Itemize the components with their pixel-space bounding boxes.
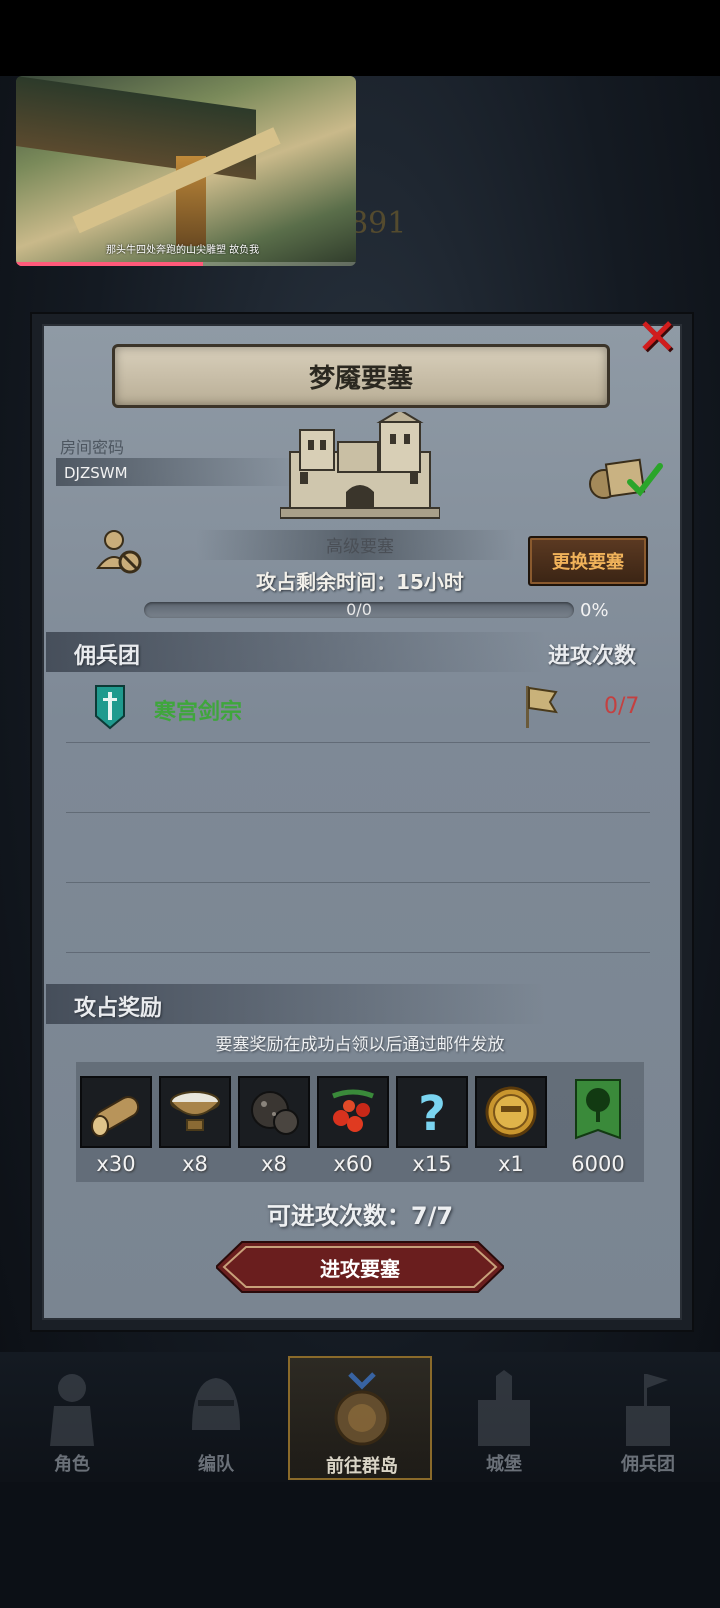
row-divider [66,742,650,743]
no-member-icon[interactable] [96,528,144,576]
capture-progress-text: 0/0 [346,600,372,619]
change-fortress-button[interactable]: 更换要塞 [528,536,648,586]
reward-qty: x8 [182,1152,208,1176]
nav-label: 佣兵团 [621,1454,675,1475]
reward-item[interactable]: x1 [475,1076,547,1176]
ore-rock-icon [251,1091,299,1135]
guild-name[interactable]: 寒宫剑宗 [154,694,242,726]
reward-qty: x8 [261,1152,287,1176]
reward-item[interactable]: x8 [238,1076,310,1176]
room-code-value: DJZSWM [64,464,128,482]
guild-attack-count: 0/7 [604,694,640,719]
fortress-name: 高级要塞 [326,537,394,557]
reward-item[interactable]: 6000 [562,1076,634,1176]
nav-item-role[interactable]: 角色 [0,1356,144,1480]
video-progress-fill [16,262,203,266]
supplies-bag-icon[interactable] [586,456,666,500]
reward-qty: x1 [498,1152,524,1176]
berries-icon [332,1089,374,1132]
nav-item-islands[interactable]: 前往群岛 [288,1356,432,1480]
remaining-attacks: 可进攻次数：7/7 [266,1202,454,1230]
row-divider [66,882,650,883]
compass-icon [334,1372,390,1446]
nav-item-castle[interactable]: 城堡 [432,1356,576,1480]
video-progress-bar [16,262,356,266]
attack-count-header: 进攻次数 [548,644,637,669]
dialog-title: 梦魇要塞 [112,344,610,408]
video-thumbnail[interactable]: 那头牛四处奔跑的山尖雕塑 故负我 [16,76,356,266]
nav-label: 前往群岛 [326,1456,398,1477]
reward-qty: x30 [96,1152,136,1176]
reward-item[interactable]: ? x15 [396,1076,468,1176]
bottom-system-area [0,1482,720,1608]
reward-header: 攻占奖励 [74,996,163,1021]
room-code-label: 房间密码 [60,438,125,457]
knight-icon [50,1374,94,1446]
reward-item[interactable]: x30 [80,1076,152,1176]
row-divider [66,812,650,813]
tree-banner-icon [575,1079,621,1140]
castle-nav-icon [478,1370,530,1446]
reward-item[interactable]: x60 [317,1076,389,1176]
reward-note: 要塞奖励在成功占领以后通过邮件发放 [215,1035,505,1055]
reward-qty: x15 [412,1152,452,1176]
flag-icon [526,686,558,728]
row-divider [66,952,650,953]
capture-progress-percent: 0% [580,600,609,621]
castle-icon [280,412,440,519]
svg-text:?: ? [418,1086,446,1142]
helmet-coin-icon [485,1086,537,1138]
attack-button-label: 进攻要塞 [320,1256,400,1281]
nav-item-mercenary[interactable]: 佣兵团 [576,1356,720,1480]
nav-label: 角色 [54,1454,90,1475]
wood-log-icon [91,1096,140,1137]
question-mark-icon: ? [418,1086,446,1142]
remaining-time: 攻占剩余时间：15小时 [256,570,464,594]
helmet-icon [192,1378,240,1430]
mercenary-header: 佣兵团 [74,644,141,669]
reward-qty: 6000 [571,1152,625,1176]
nav-label: 城堡 [486,1454,522,1475]
video-caption: 那头牛四处奔跑的山尖雕塑 故负我 [106,245,260,256]
status-bar-area [0,0,720,76]
close-x-icon[interactable]: ✕ [632,312,682,362]
attack-fortress-button[interactable]: 进攻要塞 [216,1240,504,1294]
reward-qty: x60 [333,1152,373,1176]
banner-castle-icon [626,1374,670,1446]
bowl-icon [170,1091,220,1131]
reward-item[interactable]: x8 [159,1076,231,1176]
shield-sword-icon [95,685,125,730]
nav-label: 编队 [198,1454,234,1475]
nav-item-formation[interactable]: 编队 [144,1356,288,1480]
